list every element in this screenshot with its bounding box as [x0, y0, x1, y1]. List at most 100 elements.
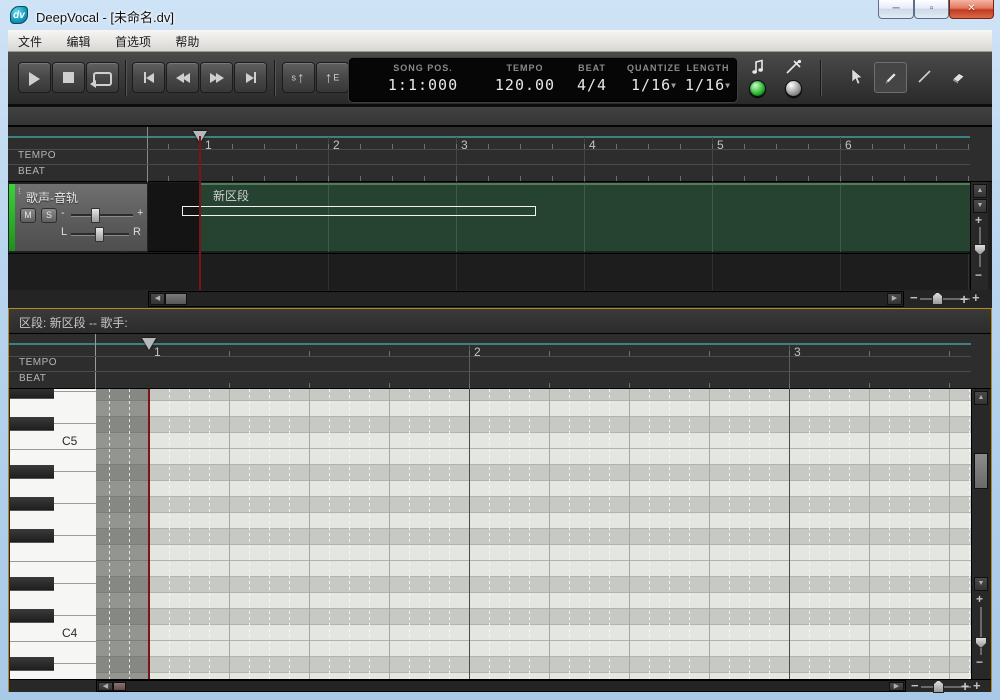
piano-hscroll-thumb[interactable] [113, 682, 126, 691]
piano-scroll-left-button[interactable]: ◀ [98, 682, 113, 691]
grid-row-A#4[interactable] [96, 465, 971, 481]
tuning-tool-led-button[interactable] [785, 80, 802, 97]
lcd-beat[interactable]: BEAT4/4 [562, 63, 622, 94]
set-end-marker-button[interactable]: ↑E [316, 62, 349, 93]
track-hscrollbar[interactable]: ◀ ▶ [148, 291, 904, 307]
track-playhead-line[interactable] [199, 136, 201, 290]
mute-button[interactable]: M [20, 208, 36, 223]
set-start-marker-button[interactable]: s↑ [282, 62, 315, 93]
track-ruler[interactable]: TEMPO BEAT 123456 [8, 127, 992, 182]
eraser-tool-button[interactable] [942, 62, 975, 93]
goto-end-button[interactable] [234, 62, 267, 93]
piano-vzoom-minus[interactable]: − [976, 655, 983, 669]
grid-row-D4[interactable] [96, 593, 971, 609]
grid-row-G4[interactable] [96, 513, 971, 529]
piano-keyboard[interactable]: C5C4 [10, 389, 96, 679]
length-dropdown-icon[interactable]: ▼ [725, 81, 731, 90]
grid-row-B4[interactable] [96, 449, 971, 465]
forward-button[interactable] [200, 62, 233, 93]
piano-ruler-timeline[interactable]: 123 [96, 334, 971, 389]
grid-row-D#5[interactable] [96, 389, 971, 401]
menu-file[interactable]: 文件 [8, 30, 52, 53]
piano-hscrollbar[interactable]: ◀ ▶ [96, 680, 906, 692]
track-header[interactable]: ⁞ 歌声-音轨 M S - + L R [8, 183, 148, 252]
grid-row-G#4[interactable] [96, 497, 971, 513]
part-outline-rect[interactable] [182, 206, 536, 216]
track-scroll-down-button[interactable]: ▼ [973, 199, 987, 213]
maximize-button[interactable]: ▫ [914, 0, 949, 19]
play-button[interactable] [18, 62, 51, 93]
track-scroll-right-button[interactable]: ▶ [887, 293, 902, 305]
note-grid[interactable] [96, 389, 971, 679]
piano-scroll-up-button[interactable]: ▲ [974, 391, 988, 405]
piano-key-A#3[interactable] [10, 657, 54, 671]
track-vzoom-thumb[interactable] [974, 244, 986, 255]
piano-key-G#4[interactable] [10, 497, 54, 511]
grid-row-C4[interactable] [96, 625, 971, 641]
track-grip-icon[interactable]: ⁞ [18, 189, 21, 193]
solo-button[interactable]: S [41, 208, 57, 223]
grid-row-D#4[interactable] [96, 577, 971, 593]
grid-row-D5[interactable] [96, 401, 971, 417]
track-hzoom-thumb[interactable] [932, 292, 943, 305]
piano-corner-zoom-plus[interactable]: + [961, 678, 969, 694]
grid-row-C#4[interactable] [96, 609, 971, 625]
piano-key-D#4[interactable] [10, 577, 54, 591]
grid-row-F4[interactable] [96, 545, 971, 561]
menu-edit[interactable]: 编辑 [56, 30, 100, 53]
volume-slider-thumb[interactable] [91, 208, 100, 223]
piano-playhead-marker[interactable] [142, 338, 156, 350]
grid-row-A4[interactable] [96, 481, 971, 497]
goto-start-button[interactable] [132, 62, 165, 93]
track-vzoom-minus[interactable]: − [975, 268, 982, 282]
track-area-empty[interactable] [8, 253, 970, 290]
volume-slider[interactable] [71, 214, 133, 217]
track-vzoom-plus[interactable]: + [975, 213, 982, 227]
pointer-tool-button[interactable] [840, 62, 873, 93]
piano-hzoom-minus[interactable]: − [911, 679, 919, 693]
lcd-tempo[interactable]: TEMPO120.00 [480, 63, 570, 94]
piano-roll-ruler[interactable]: TEMPO BEAT 123 [9, 334, 991, 389]
menu-preferences[interactable]: 首选项 [105, 30, 161, 53]
stop-button[interactable] [52, 62, 85, 93]
piano-key-C#5[interactable] [10, 417, 54, 431]
piano-hzoom-plus[interactable]: + [973, 679, 981, 693]
lcd-length[interactable]: LENGTH 1/16▼ [680, 63, 736, 94]
grid-row-F#4[interactable] [96, 529, 971, 545]
track-scroll-left-button[interactable]: ◀ [150, 293, 165, 305]
piano-key-F#4[interactable] [10, 529, 54, 543]
grid-row-A#3[interactable] [96, 657, 971, 673]
track-scroll-up-button[interactable]: ▲ [973, 184, 987, 198]
piano-scroll-right-button[interactable]: ▶ [889, 682, 904, 691]
grid-row-C#5[interactable] [96, 417, 971, 433]
track-hzoom-minus[interactable]: − [910, 291, 918, 305]
piano-key-A#4[interactable] [10, 465, 54, 479]
piano-vscroll-thumb[interactable] [974, 453, 988, 489]
note-mode-led-button[interactable] [749, 80, 766, 97]
piano-key-C#4[interactable] [10, 609, 54, 623]
track-corner-zoom-plus[interactable]: + [960, 291, 968, 307]
minimize-button[interactable]: ─ [878, 0, 914, 19]
quantize-dropdown-icon[interactable]: ▼ [671, 81, 677, 90]
rewind-button[interactable] [166, 62, 199, 93]
piano-vzoom-plus[interactable]: + [976, 592, 983, 606]
track-lane-pre-bar[interactable] [148, 183, 200, 252]
piano-hzoom-thumb[interactable] [933, 680, 944, 693]
track-hscroll-thumb[interactable] [165, 293, 187, 305]
loop-button[interactable] [86, 62, 119, 93]
track-hzoom-plus[interactable]: + [972, 291, 980, 305]
grid-row-B3[interactable] [96, 641, 971, 657]
track-region[interactable]: 新区段 [200, 183, 970, 252]
pencil-tool-button[interactable] [874, 62, 907, 93]
menu-help[interactable]: 帮助 [165, 30, 209, 53]
close-button[interactable]: ✕ [949, 0, 994, 19]
grid-row-C5[interactable] [96, 433, 971, 449]
piano-key-D#5[interactable] [10, 389, 54, 399]
line-tool-button[interactable] [908, 62, 941, 93]
piano-playhead-line[interactable] [148, 389, 150, 679]
piano-vzoom-thumb[interactable] [975, 637, 987, 648]
piano-scroll-down-button[interactable]: ▼ [974, 577, 988, 591]
pan-slider-thumb[interactable] [95, 227, 104, 242]
track-ruler-timeline[interactable]: 123456 [148, 127, 970, 182]
grid-row-E4[interactable] [96, 561, 971, 577]
